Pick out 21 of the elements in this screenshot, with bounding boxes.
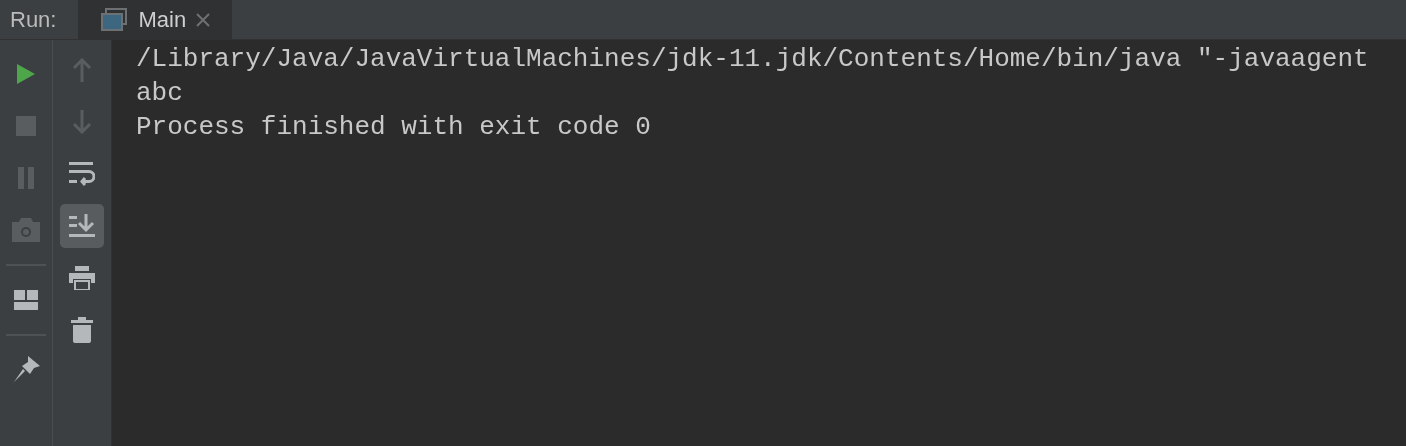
run-label: Run: (9, 6, 58, 34)
layout-icon (14, 290, 38, 310)
run-tab[interactable]: Main (78, 0, 233, 39)
console-line: Process finished with exit code 0 (136, 111, 651, 144)
pin-icon (12, 356, 40, 384)
trash-icon (71, 317, 93, 343)
pause-icon (18, 167, 34, 189)
console-line: /Library/Java/JavaVirtualMachines/jdk-11.jdk/Contents/Home/bin/java "-javaagent (136, 43, 1369, 76)
window-icon (100, 7, 129, 32)
stop-icon (16, 116, 36, 136)
arrow-up-icon (72, 58, 92, 82)
console-line: abc (136, 77, 183, 110)
close-icon[interactable] (196, 12, 211, 27)
arrow-down-icon (72, 110, 92, 134)
soft-wrap-icon (69, 162, 95, 186)
scroll-to-end-icon (69, 214, 95, 238)
printer-icon (69, 266, 95, 290)
camera-icon (12, 218, 40, 242)
tab-label: Main (138, 6, 187, 34)
toolbar-button[interactable] (60, 204, 104, 248)
play-icon (15, 62, 37, 86)
